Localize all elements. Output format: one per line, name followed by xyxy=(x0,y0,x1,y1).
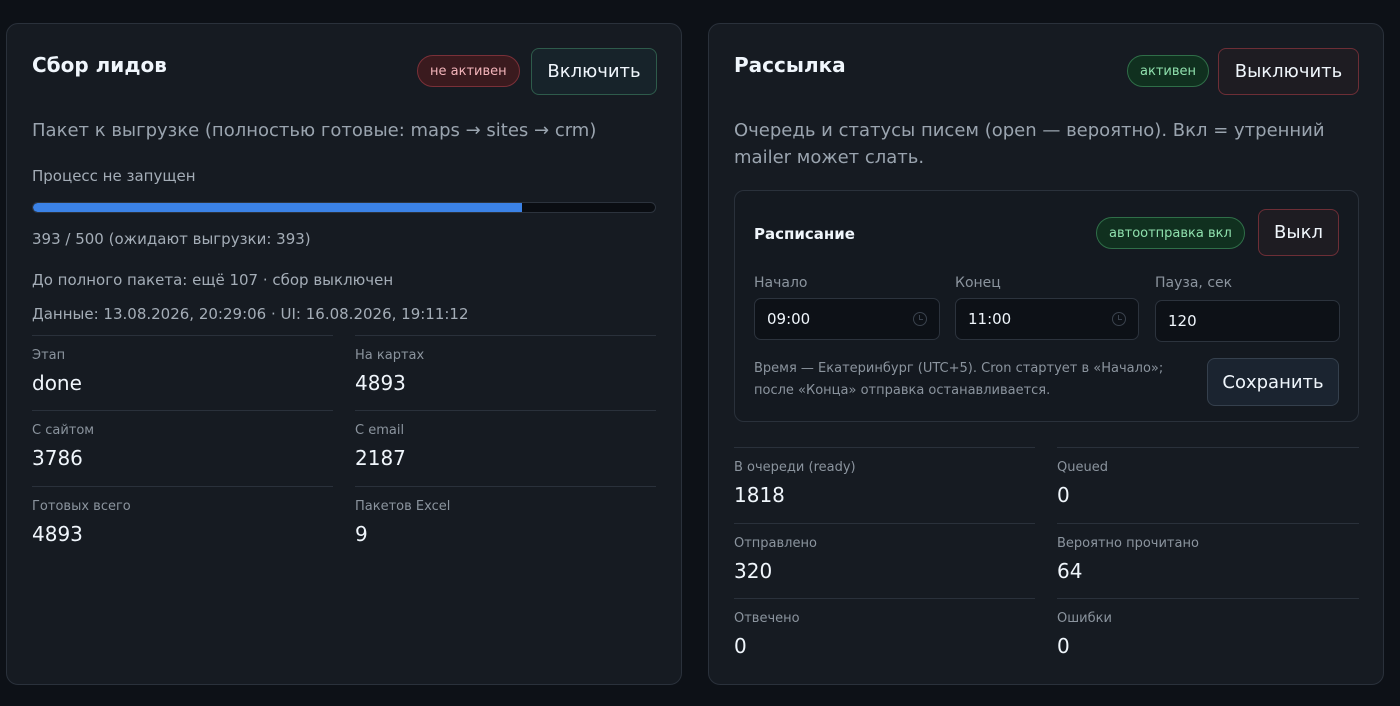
start-time-field[interactable] xyxy=(754,298,940,340)
start-time-input[interactable] xyxy=(767,310,927,328)
divider xyxy=(32,486,333,487)
schedule-panel: Расписание автоотправка вкл Выкл Начало … xyxy=(734,190,1359,422)
divider xyxy=(355,410,656,411)
end-time-field[interactable] xyxy=(955,298,1139,340)
mailing-card: Рассылка активен Выключить Очередь и ста… xyxy=(708,23,1384,685)
stat-label-excel-packs: Пакетов Excel xyxy=(355,499,451,514)
divider xyxy=(32,410,333,411)
stat-label-queued: Queued xyxy=(1057,460,1108,475)
leads-title: Сбор лидов xyxy=(32,53,167,77)
leads-card: Сбор лидов не активен Включить Пакет к в… xyxy=(6,23,682,685)
divider xyxy=(32,335,333,336)
divider xyxy=(1057,598,1359,599)
stat-value-stage: done xyxy=(32,371,82,395)
stat-value-in-queue: 1818 xyxy=(734,483,785,507)
divider xyxy=(355,335,656,336)
stat-label-with-email: С email xyxy=(355,423,405,438)
stat-value-errors: 0 xyxy=(1057,634,1070,658)
stat-value-excel-packs: 9 xyxy=(355,522,368,546)
stat-label-probably-read: Вероятно прочитано xyxy=(1057,536,1199,551)
leads-progress-text: 393 / 500 (ожидают выгрузки: 393) xyxy=(32,230,311,248)
start-label: Начало xyxy=(754,275,808,291)
schedule-title: Расписание xyxy=(754,225,855,243)
stat-label-ready-total: Готовых всего xyxy=(32,499,131,514)
divider xyxy=(355,486,656,487)
stat-value-with-email: 2187 xyxy=(355,446,406,470)
divider xyxy=(734,598,1035,599)
stat-label-on-maps: На картах xyxy=(355,348,425,363)
stat-value-with-site: 3786 xyxy=(32,446,83,470)
divider xyxy=(1057,447,1359,448)
leads-process-status: Процесс не запущен xyxy=(32,167,196,185)
stat-label-in-queue: В очереди (ready) xyxy=(734,460,856,475)
divider xyxy=(1057,523,1359,524)
stat-value-sent: 320 xyxy=(734,559,773,583)
stat-value-on-maps: 4893 xyxy=(355,371,406,395)
stat-label-errors: Ошибки xyxy=(1057,611,1112,626)
leads-data-timestamp: Данные: 13.08.2026, 20:29:06 · UI: 16.08… xyxy=(32,305,469,323)
pause-field[interactable] xyxy=(1155,300,1340,342)
schedule-note-line2: после «Конца» отправка останавливается. xyxy=(754,383,1051,398)
stat-label-stage: Этап xyxy=(32,348,66,363)
end-label: Конец xyxy=(955,275,1001,291)
stat-label-with-site: С сайтом xyxy=(32,423,95,438)
leads-description: Пакет к выгрузке (полностью готовые: map… xyxy=(32,120,597,141)
schedule-off-button[interactable]: Выкл xyxy=(1258,209,1339,256)
leads-progress-bar xyxy=(32,202,656,213)
schedule-note-line1: Время — Екатеринбург (UTC+5). Cron старт… xyxy=(754,361,1164,376)
stat-label-replied: Отвечено xyxy=(734,611,800,626)
leads-enable-button[interactable]: Включить xyxy=(531,48,657,95)
mailing-title: Рассылка xyxy=(734,53,846,77)
stat-value-replied: 0 xyxy=(734,634,747,658)
leads-progress-fill xyxy=(33,203,522,212)
auto-send-badge: автоотправка вкл xyxy=(1096,217,1245,249)
clock-icon[interactable] xyxy=(913,312,927,326)
divider xyxy=(734,523,1035,524)
stat-label-sent: Отправлено xyxy=(734,536,817,551)
stat-value-probably-read: 64 xyxy=(1057,559,1083,583)
mailing-description: Очередь и статусы писем (open — вероятно… xyxy=(734,120,1325,168)
divider xyxy=(734,447,1035,448)
save-button[interactable]: Сохранить xyxy=(1207,358,1339,406)
pause-input[interactable] xyxy=(1168,312,1327,330)
leads-status-badge: не активен xyxy=(417,55,520,87)
mailing-status-badge: активен xyxy=(1127,55,1209,87)
leads-remaining-text: До полного пакета: ещё 107 · сбор выключ… xyxy=(32,271,394,289)
mailing-disable-button[interactable]: Выключить xyxy=(1218,48,1359,95)
stat-value-queued: 0 xyxy=(1057,483,1070,507)
stat-value-ready-total: 4893 xyxy=(32,522,83,546)
end-time-input[interactable] xyxy=(968,310,1126,328)
clock-icon[interactable] xyxy=(1112,312,1126,326)
pause-label: Пауза, сек xyxy=(1155,275,1233,291)
